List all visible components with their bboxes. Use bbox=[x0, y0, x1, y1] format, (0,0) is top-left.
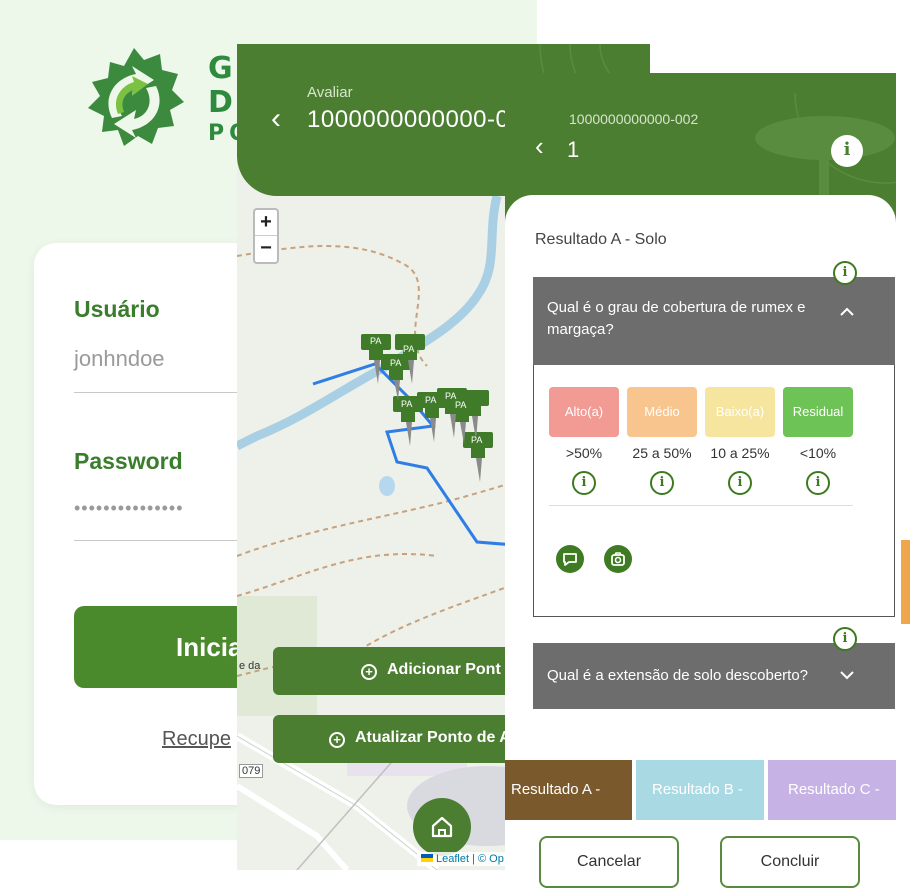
map-marker[interactable]: PA bbox=[370, 336, 381, 346]
map-marker[interactable]: PA bbox=[401, 399, 412, 409]
username-field[interactable]: jonhndoe bbox=[74, 346, 165, 372]
info-icon[interactable]: i bbox=[833, 261, 857, 285]
map-attribution[interactable]: Leaflet | © Op bbox=[417, 852, 508, 866]
confirm-button[interactable]: Concluir bbox=[720, 836, 860, 888]
info-icon[interactable]: i bbox=[572, 471, 596, 495]
map-marker[interactable]: PA bbox=[390, 358, 401, 368]
username-label: Usuário bbox=[74, 296, 160, 322]
home-icon bbox=[431, 816, 453, 838]
tab-resultado-b[interactable]: Resultado B - bbox=[636, 760, 764, 820]
app-logo bbox=[88, 48, 184, 146]
info-icon[interactable]: i bbox=[833, 627, 857, 651]
map-marker[interactable]: PA bbox=[455, 400, 466, 410]
photo-button[interactable] bbox=[604, 545, 632, 573]
back-chevron-icon[interactable]: ‹ bbox=[535, 131, 544, 162]
home-button[interactable] bbox=[413, 798, 471, 856]
option-medio[interactable]: Médio bbox=[627, 387, 697, 437]
tab-resultado-c[interactable]: Resultado C - bbox=[768, 760, 896, 820]
option-baixo[interactable]: Baixo(a) bbox=[705, 387, 775, 437]
offscreen-panel-edge bbox=[901, 540, 910, 624]
option-alto[interactable]: Alto(a) bbox=[549, 387, 619, 437]
option-residual[interactable]: Residual bbox=[783, 387, 853, 437]
map-marker[interactable]: PA bbox=[425, 395, 436, 405]
info-icon[interactable]: i bbox=[806, 471, 830, 495]
recover-password-link[interactable]: Recupe bbox=[162, 728, 231, 751]
question-answer-box: Alto(a) Médio Baixo(a) Residual >50% 25 … bbox=[533, 365, 895, 617]
road-label: e da bbox=[239, 660, 261, 672]
zoom-in-button[interactable]: + bbox=[255, 210, 277, 236]
comment-button[interactable] bbox=[556, 545, 584, 573]
option-range: 10 a 25% bbox=[710, 445, 770, 461]
option-range: 25 a 50% bbox=[632, 445, 692, 461]
plus-circle-icon: + bbox=[361, 664, 377, 680]
section-title: Resultado A - Solo bbox=[535, 231, 667, 248]
map-marker[interactable]: PA bbox=[403, 344, 414, 354]
header-subtitle: Avaliar bbox=[307, 84, 353, 101]
question-header-1[interactable]: Qual é o grau de cobertura de rumex e ma… bbox=[533, 277, 895, 365]
divider bbox=[549, 505, 853, 506]
back-chevron-icon[interactable]: ‹ bbox=[271, 102, 281, 136]
comment-icon bbox=[563, 553, 577, 566]
info-icon[interactable]: i bbox=[650, 471, 674, 495]
password-label: Password bbox=[74, 448, 183, 474]
road-number: 079 bbox=[239, 764, 264, 778]
info-icon[interactable]: i bbox=[728, 471, 752, 495]
option-range: >50% bbox=[565, 445, 603, 461]
camera-icon bbox=[611, 552, 625, 566]
tree-watermark bbox=[755, 93, 896, 203]
zoom-control: + − bbox=[253, 208, 279, 264]
option-range: <10% bbox=[799, 445, 837, 461]
tab-resultado-a[interactable]: Resultado A - bbox=[505, 760, 632, 820]
password-field[interactable]: ••••••••••••••• bbox=[74, 498, 184, 519]
header-title: 1000000000000-0 bbox=[307, 106, 510, 133]
cancel-button[interactable]: Cancelar bbox=[539, 836, 679, 888]
question-text: Qual é o grau de cobertura de rumex e ma… bbox=[547, 299, 806, 338]
chevron-down-icon[interactable] bbox=[839, 669, 855, 681]
chevron-up-icon[interactable] bbox=[839, 305, 855, 317]
header-title: 1 bbox=[567, 137, 580, 162]
map-marker[interactable]: PA bbox=[471, 435, 482, 445]
header-subtitle: 1000000000000-002 bbox=[569, 111, 699, 127]
flag-icon bbox=[421, 854, 433, 862]
plus-circle-icon: + bbox=[329, 732, 345, 748]
info-icon[interactable]: i bbox=[831, 135, 863, 167]
question-text: Qual é a extensão de solo descoberto? bbox=[547, 667, 809, 684]
zoom-out-button[interactable]: − bbox=[255, 236, 277, 262]
question-screen: 1000000000000-002 ‹ 1 i Resultado A - So… bbox=[505, 73, 896, 894]
